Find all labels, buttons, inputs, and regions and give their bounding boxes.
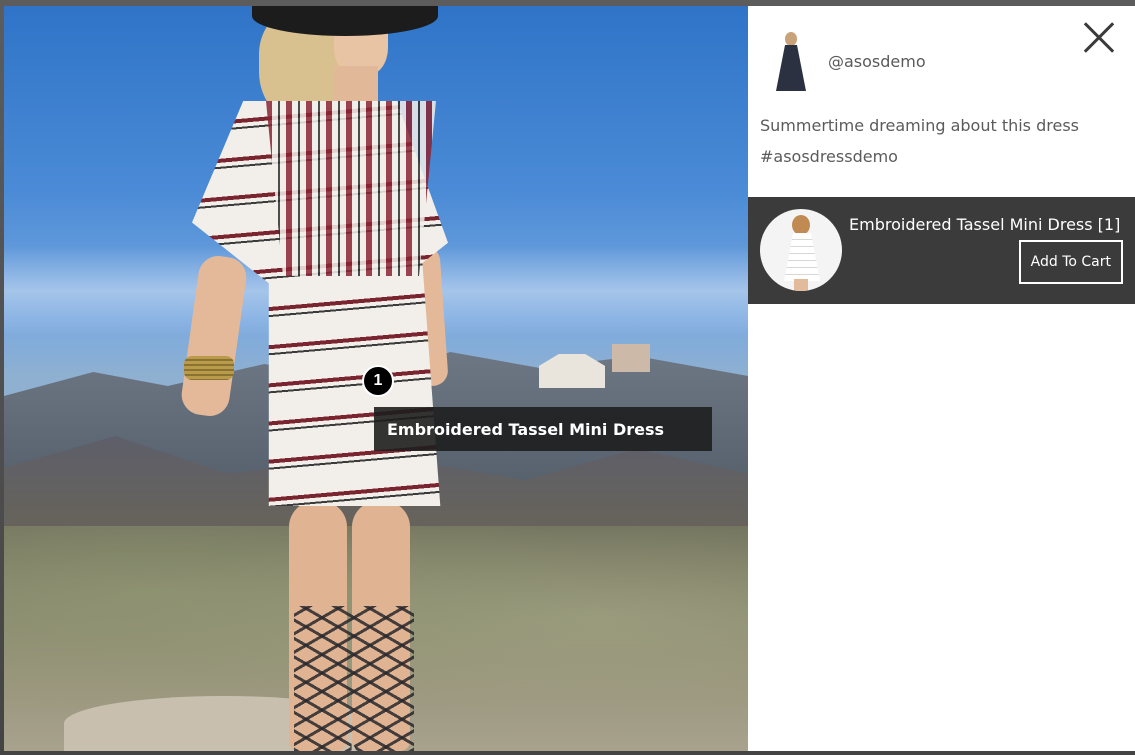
product-title[interactable]: Embroidered Tassel Mini Dress [1] <box>849 215 1120 234</box>
photo-house <box>539 354 605 388</box>
model-dress-bodice <box>266 101 436 276</box>
hotspot-number: 1 <box>373 372 383 389</box>
thumb-dress <box>784 233 820 281</box>
avatar[interactable] <box>768 30 814 92</box>
caption-hashtag[interactable]: #asosdressdemo <box>760 141 1120 172</box>
close-icon[interactable] <box>1083 22 1115 54</box>
post-photo: 1 Embroidered Tassel Mini Dress <box>4 6 748 751</box>
product-hotspot[interactable]: 1 <box>362 365 394 397</box>
profile-handle[interactable]: @asosdemo <box>828 52 926 71</box>
product-item: Embroidered Tassel Mini Dress [1] Add To… <box>748 197 1135 304</box>
add-to-cart-button[interactable]: Add To Cart <box>1018 240 1123 284</box>
model-bangles <box>184 356 234 380</box>
thumb-legs <box>794 279 808 291</box>
post-modal: 1 Embroidered Tassel Mini Dress @asosdem… <box>4 6 1135 751</box>
avatar-dress <box>776 45 806 91</box>
avatar-head <box>785 32 797 46</box>
photo-house-2 <box>612 344 650 372</box>
product-thumbnail[interactable] <box>760 209 842 291</box>
caption-text: Summertime dreaming about this dress <box>760 116 1079 135</box>
profile-header: @asosdemo <box>768 30 926 92</box>
post-caption: Summertime dreaming about this dress #as… <box>760 110 1120 172</box>
hotspot-tooltip-label: Embroidered Tassel Mini Dress <box>387 419 665 439</box>
hotspot-tooltip[interactable]: Embroidered Tassel Mini Dress <box>374 407 712 451</box>
post-details-panel: @asosdemo Summertime dreaming about this… <box>748 6 1135 751</box>
model-sandal-laces <box>294 606 414 751</box>
thumb-hair <box>792 215 810 235</box>
